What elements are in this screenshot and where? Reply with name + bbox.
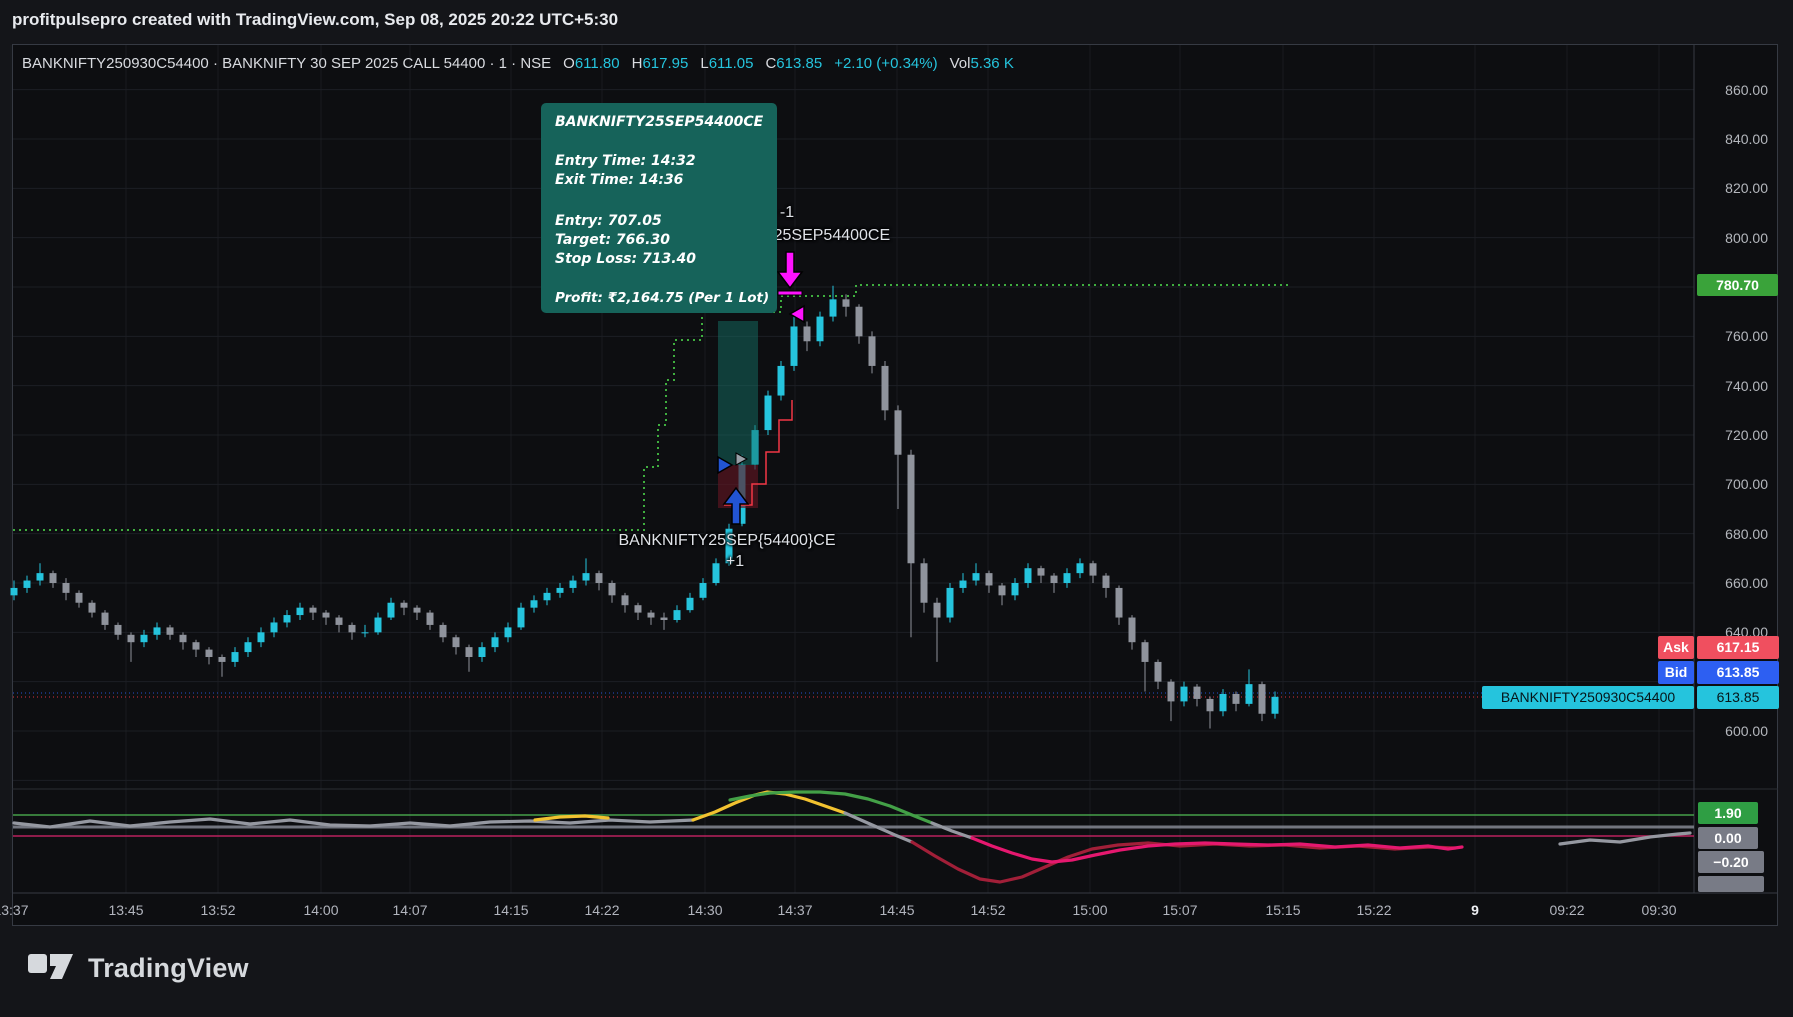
time-axis-label: 13:45 — [96, 901, 156, 919]
price-axis-label: 840.00 — [1688, 130, 1768, 148]
time-axis-label: 14:00 — [291, 901, 351, 919]
high-label: H — [632, 55, 643, 73]
price-axis-label: 760.00 — [1688, 327, 1768, 345]
time-axis-label: 09:30 — [1629, 901, 1689, 919]
tooltip-title: BANKNIFTY25SEP54400CE — [555, 114, 763, 131]
price-axis-label: 700.00 — [1688, 475, 1768, 493]
open-label: O — [563, 55, 575, 73]
open-value: 611.80 — [575, 55, 620, 73]
tooltip-profit: Profit: ₹2,164.75 (Per 1 Lot) — [555, 290, 769, 307]
time-axis-label: 14:52 — [958, 901, 1018, 919]
tooltip-exit-time: Exit Time: 14:36 — [555, 172, 683, 189]
low-label: L — [700, 55, 708, 73]
indicator-value-badge-clipped — [1698, 876, 1764, 892]
price-axis-label: 800.00 — [1688, 229, 1768, 247]
tradingview-logo-text: TradingView — [88, 948, 249, 988]
symbol-description[interactable]: BANKNIFTY250930C54400 · BANKNIFTY 30 SEP… — [22, 55, 551, 73]
price-axis-label: 820.00 — [1688, 179, 1768, 197]
tradingview-screenshot: profitpulsepro created with TradingView.… — [0, 0, 1793, 1017]
target-price-badge: 780.70 — [1697, 274, 1778, 296]
low-value: 611.05 — [709, 55, 754, 73]
trade-summary-tooltip: BANKNIFTY25SEP54400CE Entry Time: 14:32 … — [541, 103, 777, 313]
tooltip-target-price: Target: 766.30 — [555, 232, 670, 249]
time-axis-label: 15:07 — [1150, 901, 1210, 919]
indicator-value-badge-green: 1.90 — [1698, 802, 1758, 824]
price-axis-label: 660.00 — [1688, 574, 1768, 592]
indicator-value-badge-zero: 0.00 — [1698, 827, 1758, 849]
symbol-info-bar[interactable]: BANKNIFTY250930C54400 · BANKNIFTY 30 SEP… — [22, 55, 1014, 73]
high-value: 617.95 — [642, 55, 688, 73]
tradingview-logo[interactable]: TradingView — [28, 948, 249, 988]
entry-order-label: BANKNIFTY25SEP{54400}CE — [607, 532, 847, 550]
tooltip-entry-time: Entry Time: 14:32 — [555, 153, 696, 170]
candlestick-chart[interactable] — [0, 0, 1793, 1017]
price-axis-label: 720.00 — [1688, 426, 1768, 444]
last-price-badge: 613.85 — [1697, 686, 1779, 709]
time-axis-label: 14:15 — [481, 901, 541, 919]
tooltip-stop-loss: Stop Loss: 713.40 — [555, 251, 696, 268]
time-axis-label: 09:22 — [1537, 901, 1597, 919]
time-axis-label: 14:30 — [675, 901, 735, 919]
time-axis-label: 14:37 — [765, 901, 825, 919]
price-axis-label: 600.00 — [1688, 722, 1768, 740]
entry-quantity-label: +1 — [715, 553, 755, 571]
time-axis-label: 14:07 — [380, 901, 440, 919]
time-axis-label: 14:22 — [572, 901, 632, 919]
bid-label-badge: Bid — [1658, 661, 1694, 684]
price-axis-label: 680.00 — [1688, 525, 1768, 543]
change-value: +2.10 (+0.34%) — [834, 55, 937, 73]
price-axis-label: 860.00 — [1688, 81, 1768, 99]
ask-price-badge: 617.15 — [1697, 636, 1779, 659]
ask-label-badge: Ask — [1658, 636, 1694, 659]
time-axis-label: 9 — [1445, 901, 1505, 919]
bid-price-badge: 613.85 — [1697, 661, 1779, 684]
symbol-price-line-badge: BANKNIFTY250930C54400 — [1482, 686, 1694, 709]
time-axis-label: 15:00 — [1060, 901, 1120, 919]
close-value: 613.85 — [776, 55, 822, 73]
time-axis-label: 13:37 — [0, 901, 41, 919]
volume-label: Vol — [950, 55, 971, 73]
volume-value: 5.36 K — [970, 55, 1013, 73]
indicator-value-badge-neg: −0.20 — [1698, 851, 1764, 873]
tooltip-entry-price: Entry: 707.05 — [555, 213, 662, 230]
time-axis-label: 15:15 — [1253, 901, 1313, 919]
close-label: C — [765, 55, 776, 73]
time-axis-label: 15:22 — [1344, 901, 1404, 919]
time-axis-label: 13:52 — [188, 901, 248, 919]
time-axis-label: 14:45 — [867, 901, 927, 919]
price-axis-label: 740.00 — [1688, 377, 1768, 395]
tradingview-logo-icon — [28, 948, 74, 988]
